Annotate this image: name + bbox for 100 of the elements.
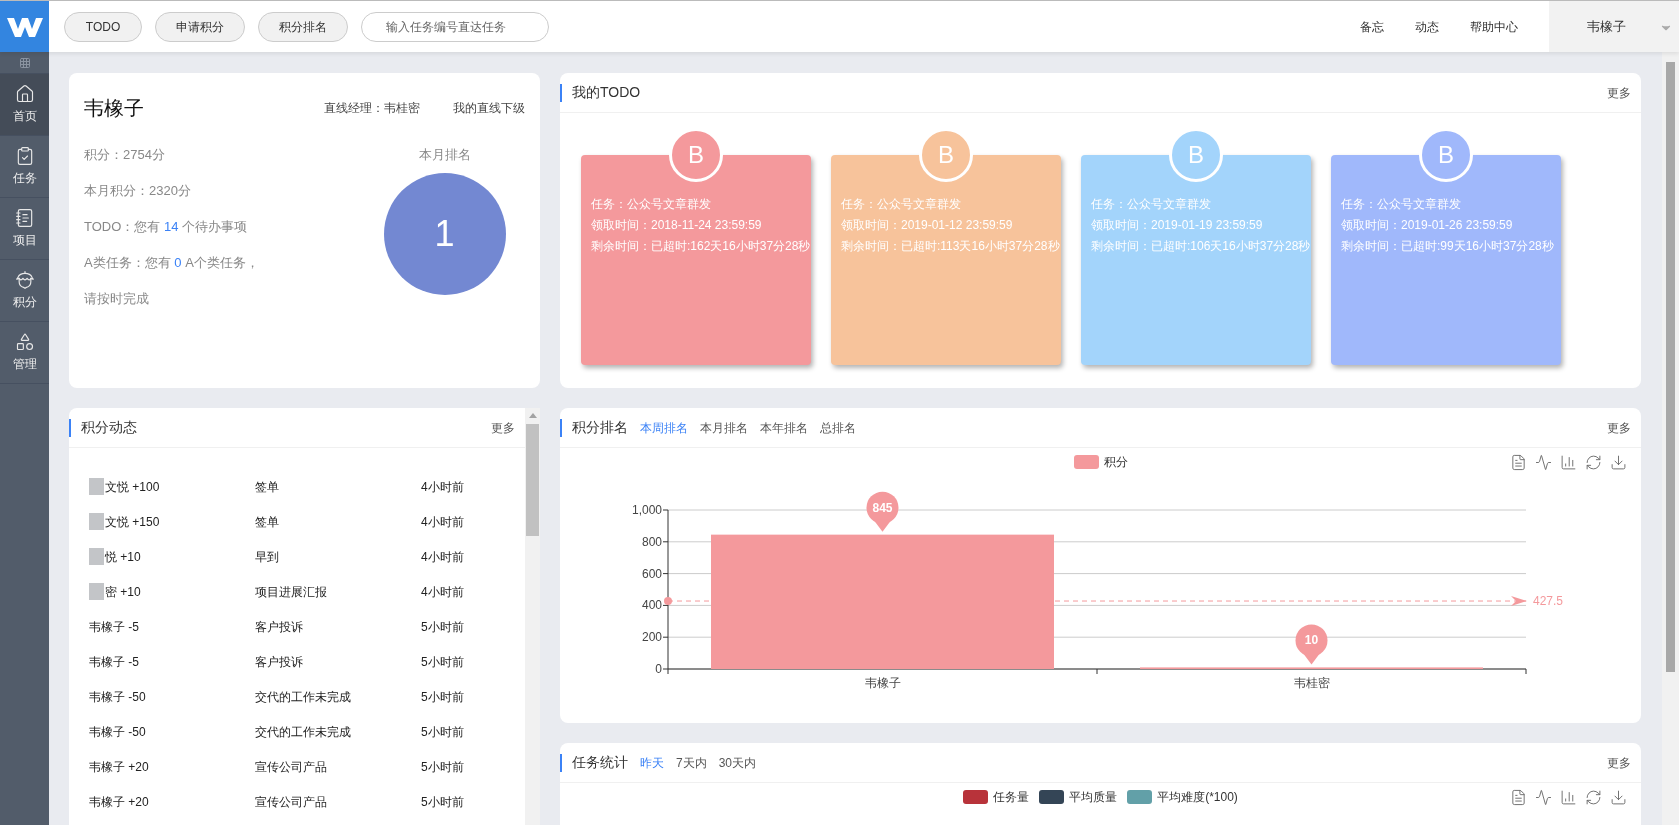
subordinates-link[interactable]: 我的直线下级 bbox=[453, 99, 525, 117]
feed-time: 5小时前 bbox=[421, 758, 465, 776]
pin-value-label: 845 bbox=[872, 500, 893, 515]
page-scrollbar[interactable] bbox=[1662, 52, 1679, 825]
redaction-block bbox=[89, 478, 104, 495]
feed-user-points: 韦橡子 +20 bbox=[89, 793, 149, 811]
axis-tick-label: 1,000 bbox=[631, 503, 662, 517]
more-link[interactable]: 更多 bbox=[1607, 83, 1631, 102]
tab[interactable]: 本周排名 bbox=[640, 418, 688, 437]
refresh-icon[interactable] bbox=[1585, 788, 1602, 806]
redaction-block bbox=[89, 513, 104, 530]
w-logo-icon bbox=[5, 15, 44, 38]
todo-detail: 任务：公众号文章群发 bbox=[1341, 196, 1462, 213]
legend-label[interactable]: 积分 bbox=[1103, 453, 1128, 471]
user-menu[interactable]: 韦橡子 bbox=[1549, 1, 1679, 52]
data-view-icon[interactable] bbox=[1510, 788, 1527, 806]
feed-time: 5小时前 bbox=[421, 618, 465, 636]
feed-user-points: 悦 +10 bbox=[105, 548, 141, 566]
app-logo[interactable] bbox=[0, 1, 49, 52]
line-start-dot bbox=[664, 597, 672, 606]
download-icon[interactable] bbox=[1610, 788, 1627, 806]
grid-icon[interactable] bbox=[18, 56, 31, 69]
legend-label[interactable]: 平均质量 bbox=[1069, 788, 1118, 806]
line-chart-icon[interactable] bbox=[1535, 788, 1552, 806]
feed-time: 4小时前 bbox=[421, 548, 465, 566]
nav-pill-button[interactable]: 积分排名 bbox=[258, 11, 348, 42]
feed-event: 项目进展汇报 bbox=[255, 583, 328, 601]
sidebar-item[interactable]: 项目 bbox=[0, 198, 49, 260]
feed-user-points: 文悦 +100 bbox=[105, 478, 160, 496]
tab[interactable]: 总排名 bbox=[820, 418, 856, 437]
header-link[interactable]: 动态 bbox=[1415, 17, 1439, 36]
profile-stat: TODO：您有 14 个待办事项 bbox=[84, 218, 249, 236]
feed-event: 客户投诉 bbox=[255, 618, 304, 636]
axis-tick-label: 800 bbox=[641, 534, 662, 549]
bar-chart-icon[interactable] bbox=[1560, 453, 1577, 471]
nav-pill-button[interactable]: TODO bbox=[64, 11, 142, 42]
sidebar-item[interactable]: 首页 bbox=[0, 74, 49, 136]
profile-stat: 积分：2754分 bbox=[84, 146, 166, 164]
nut-icon bbox=[14, 270, 35, 290]
feed-event: 早到 bbox=[255, 548, 280, 566]
feed-event: 交代的工作未完成 bbox=[255, 723, 352, 741]
tab[interactable]: 30天内 bbox=[718, 753, 757, 772]
more-link[interactable]: 更多 bbox=[1607, 753, 1631, 772]
priority-badge: B bbox=[669, 128, 723, 182]
refresh-icon[interactable] bbox=[1585, 453, 1602, 471]
bar-chart-icon[interactable] bbox=[1560, 788, 1577, 806]
line-chart-icon[interactable] bbox=[1535, 453, 1552, 471]
notebook-icon bbox=[14, 208, 35, 228]
tab[interactable]: 7天内 bbox=[676, 753, 707, 772]
task-search-field[interactable]: 输入任务编号直达任务 bbox=[361, 11, 549, 42]
pin-value-label: 10 bbox=[1304, 633, 1319, 648]
legend-label[interactable]: 任务量 bbox=[993, 788, 1030, 806]
axis-tick-label: 600 bbox=[641, 566, 662, 581]
feed-time: 5小时前 bbox=[421, 688, 465, 706]
tab[interactable]: 本年排名 bbox=[760, 418, 808, 437]
card-title: 我的TODO bbox=[572, 83, 641, 102]
todo-detail: 剩余时间：已超时:106天16小时37分28秒 bbox=[1091, 238, 1311, 255]
legend-swatch bbox=[1073, 455, 1099, 469]
sidebar-item[interactable]: 积分 bbox=[0, 260, 49, 322]
more-link[interactable]: 更多 bbox=[1607, 418, 1631, 437]
todo-detail: 剩余时间：已超时:99天16小时37分28秒 bbox=[1341, 238, 1555, 255]
todo-detail: 领取时间：2019-01-19 23:59:59 bbox=[1091, 217, 1264, 234]
feed-time: 4小时前 bbox=[421, 478, 465, 496]
legend-label[interactable]: 平均难度(*100) bbox=[1157, 788, 1238, 806]
sidebar-item[interactable]: 管理 bbox=[0, 322, 49, 384]
feed-user-points: 韦橡子 -50 bbox=[89, 723, 146, 741]
card-title: 积分排名 bbox=[572, 418, 628, 437]
feed-event: 宣传公司产品 bbox=[255, 793, 328, 811]
feed-time: 4小时前 bbox=[421, 583, 465, 601]
feed-event: 客户投诉 bbox=[255, 653, 304, 671]
priority-badge: B bbox=[1419, 128, 1473, 182]
marker-pin bbox=[866, 491, 899, 532]
tab[interactable]: 本月排名 bbox=[700, 418, 748, 437]
axis-tick-label: 400 bbox=[641, 598, 662, 613]
redaction-block bbox=[89, 548, 104, 565]
nav-pill-button[interactable]: 申请积分 bbox=[155, 11, 245, 42]
user-name: 韦橡子 bbox=[84, 96, 144, 121]
scrollbar[interactable] bbox=[525, 408, 540, 825]
more-link[interactable]: 更多 bbox=[491, 418, 515, 437]
axis-category-label: 韦橡子 bbox=[864, 676, 901, 690]
feed-event: 签单 bbox=[255, 478, 280, 496]
card-title: 积分动态 bbox=[81, 418, 137, 437]
feed-user-points: 韦橡子 -50 bbox=[89, 688, 146, 706]
header-link[interactable]: 帮助中心 bbox=[1470, 17, 1518, 36]
axis-tick-label: 0 bbox=[655, 662, 662, 676]
todo-detail: 任务：公众号文章群发 bbox=[591, 196, 712, 213]
tab[interactable]: 昨天 bbox=[640, 753, 664, 772]
sidebar-item[interactable]: 任务 bbox=[0, 136, 49, 198]
axis-tick-label: 200 bbox=[641, 630, 662, 645]
priority-badge: B bbox=[919, 128, 973, 182]
average-value-label: 427.5 bbox=[1533, 594, 1564, 609]
profile-stat: A类任务：您有 0 A个类任务， bbox=[84, 254, 260, 272]
feed-time: 5小时前 bbox=[421, 723, 465, 741]
todo-detail: 剩余时间：已超时:162天16小时37分28秒 bbox=[591, 238, 811, 255]
data-view-icon[interactable] bbox=[1510, 453, 1527, 471]
feed-event: 签单 bbox=[255, 513, 280, 531]
header-link[interactable]: 备忘 bbox=[1360, 17, 1384, 36]
download-icon[interactable] bbox=[1610, 453, 1627, 471]
feed-user-points: 韦橡子 +20 bbox=[89, 758, 149, 776]
feed-time: 5小时前 bbox=[421, 793, 465, 811]
